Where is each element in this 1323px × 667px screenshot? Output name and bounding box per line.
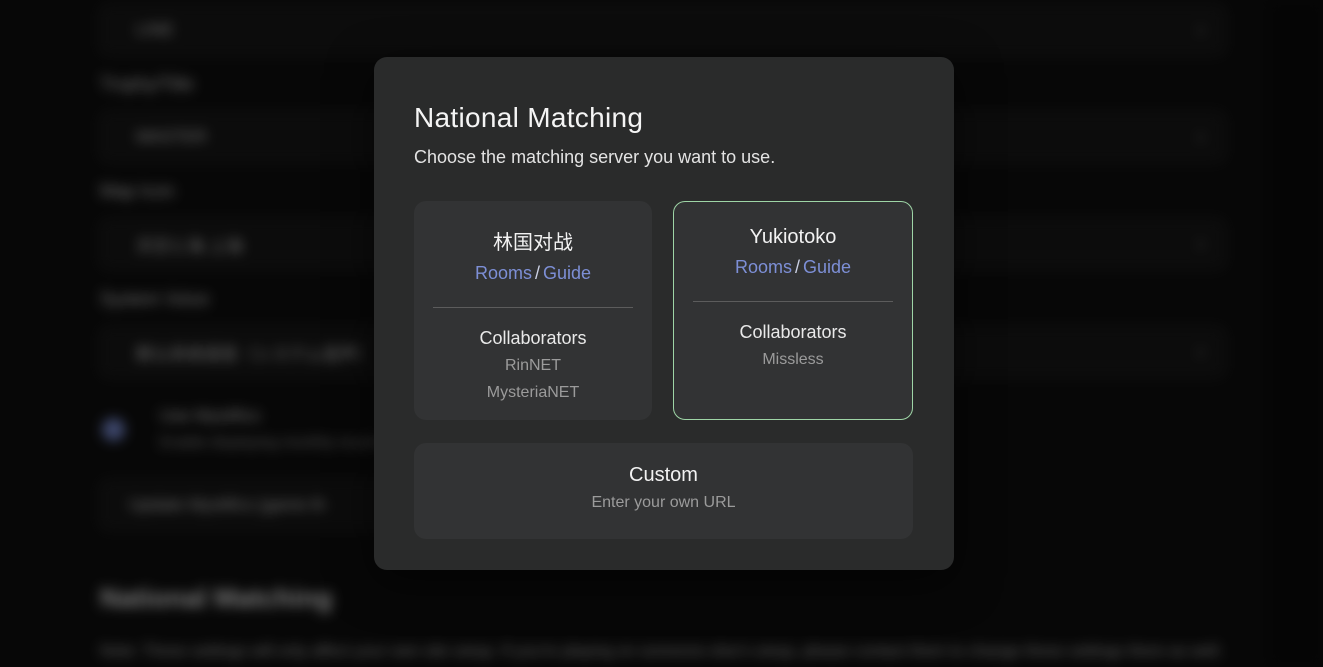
server-name: Yukiotoko <box>674 226 912 249</box>
link-separator: / <box>792 257 803 277</box>
link-separator: / <box>532 263 543 283</box>
collaborator-name: RinNET <box>415 352 651 379</box>
server-card-yukiotoko[interactable]: Yukiotoko Rooms/Guide Collaborators Miss… <box>673 201 913 420</box>
dialog-title: National Matching <box>414 102 914 134</box>
custom-server-card[interactable]: Custom Enter your own URL <box>414 443 913 539</box>
server-links: Rooms/Guide <box>415 263 651 284</box>
server-links: Rooms/Guide <box>674 257 912 278</box>
rooms-link[interactable]: Rooms <box>735 257 792 277</box>
collaborators-heading: Collaborators <box>674 322 912 343</box>
national-matching-dialog: National Matching Choose the matching se… <box>374 57 954 570</box>
collaborator-name: MysteriaNET <box>415 379 651 406</box>
server-card-linguo[interactable]: 林国对战 Rooms/Guide Collaborators RinNET My… <box>414 201 652 420</box>
collaborators-list: RinNET MysteriaNET <box>415 352 651 406</box>
custom-card-subtitle: Enter your own URL <box>414 494 913 512</box>
collaborator-name: Missless <box>674 346 912 373</box>
dialog-subtitle: Choose the matching server you want to u… <box>414 147 914 168</box>
guide-link[interactable]: Guide <box>803 257 851 277</box>
server-name: 林国对战 <box>415 226 651 255</box>
collaborators-heading: Collaborators <box>415 328 651 349</box>
collaborators-list: Missless <box>674 346 912 373</box>
card-divider <box>433 307 633 308</box>
rooms-link[interactable]: Rooms <box>475 263 532 283</box>
custom-card-title: Custom <box>414 443 913 487</box>
guide-link[interactable]: Guide <box>543 263 591 283</box>
card-divider <box>693 301 893 302</box>
server-options-row: 林国对战 Rooms/Guide Collaborators RinNET My… <box>414 201 914 420</box>
